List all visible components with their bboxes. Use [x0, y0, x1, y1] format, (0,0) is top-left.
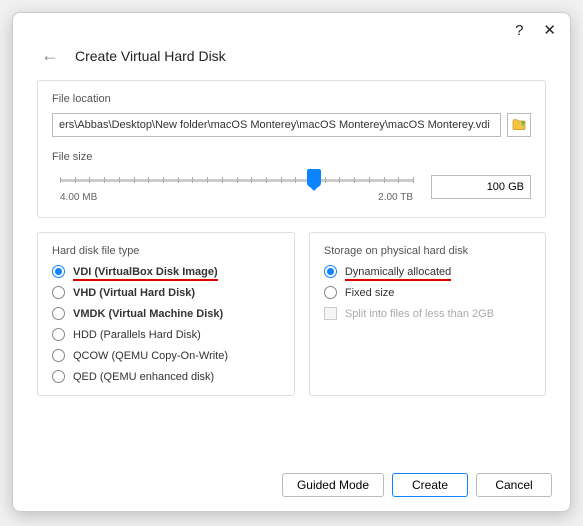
filetype-label: Hard disk file type [52, 245, 280, 257]
file-location-label: File location [52, 93, 531, 105]
file-size-input[interactable] [431, 175, 531, 199]
radio-label: QCOW (QEMU Copy-On-Write) [73, 350, 228, 362]
radio-icon [52, 349, 65, 362]
radio-icon [52, 370, 65, 383]
dialog-title: Create Virtual Hard Disk [75, 48, 226, 64]
radio-icon [52, 328, 65, 341]
storage-radio-1[interactable]: Fixed size [324, 286, 531, 299]
file-size-slider[interactable]: 4.00 MB 2.00 TB [52, 171, 421, 203]
storage-radio-0[interactable]: Dynamically allocated [324, 265, 531, 278]
radio-label: Dynamically allocated [345, 266, 451, 278]
radio-label: VMDK (Virtual Machine Disk) [73, 308, 223, 320]
filetype-radio-1[interactable]: VHD (Virtual Hard Disk) [52, 286, 280, 299]
location-size-group: File location File size 4.00 MB [37, 80, 546, 218]
radio-icon [52, 307, 65, 320]
browse-button[interactable] [507, 113, 531, 137]
radio-icon [52, 265, 65, 278]
split-files-checkbox: Split into files of less than 2GB [324, 307, 531, 320]
checkbox-label: Split into files of less than 2GB [345, 308, 494, 320]
filetype-radio-3[interactable]: HDD (Parallels Hard Disk) [52, 328, 280, 341]
filetype-radio-0[interactable]: VDI (VirtualBox Disk Image) [52, 265, 280, 278]
radio-label: HDD (Parallels Hard Disk) [73, 329, 201, 341]
titlebar: ? ✕ [13, 13, 570, 39]
radio-label: QED (QEMU enhanced disk) [73, 371, 214, 383]
slider-min-label: 4.00 MB [60, 192, 97, 203]
footer: Guided Mode Create Cancel [13, 463, 570, 511]
content: File location File size 4.00 MB [13, 80, 570, 463]
file-location-input[interactable] [52, 113, 501, 137]
create-button[interactable]: Create [392, 473, 468, 497]
guided-mode-button[interactable]: Guided Mode [282, 473, 384, 497]
close-button[interactable]: ✕ [543, 21, 556, 39]
radio-label: VDI (VirtualBox Disk Image) [73, 266, 218, 278]
back-arrow-icon[interactable]: ← [41, 45, 59, 66]
checkbox-icon [324, 307, 337, 320]
radio-label: VHD (Virtual Hard Disk) [73, 287, 195, 299]
filetype-radio-5[interactable]: QED (QEMU enhanced disk) [52, 370, 280, 383]
folder-icon [511, 117, 527, 133]
radio-icon [324, 286, 337, 299]
help-button[interactable]: ? [515, 22, 523, 39]
storage-group: Storage on physical hard disk Dynamicall… [309, 232, 546, 396]
slider-max-label: 2.00 TB [378, 192, 413, 203]
file-size-label: File size [52, 151, 531, 163]
filetype-radio-4[interactable]: QCOW (QEMU Copy-On-Write) [52, 349, 280, 362]
radio-icon [324, 265, 337, 278]
create-vhd-dialog: ? ✕ ← Create Virtual Hard Disk File loca… [12, 12, 571, 512]
radio-icon [52, 286, 65, 299]
cancel-button[interactable]: Cancel [476, 473, 552, 497]
storage-label: Storage on physical hard disk [324, 245, 531, 257]
filetype-group: Hard disk file type VDI (VirtualBox Disk… [37, 232, 295, 396]
filetype-radio-2[interactable]: VMDK (Virtual Machine Disk) [52, 307, 280, 320]
header: ← Create Virtual Hard Disk [13, 39, 570, 80]
radio-label: Fixed size [345, 287, 395, 299]
